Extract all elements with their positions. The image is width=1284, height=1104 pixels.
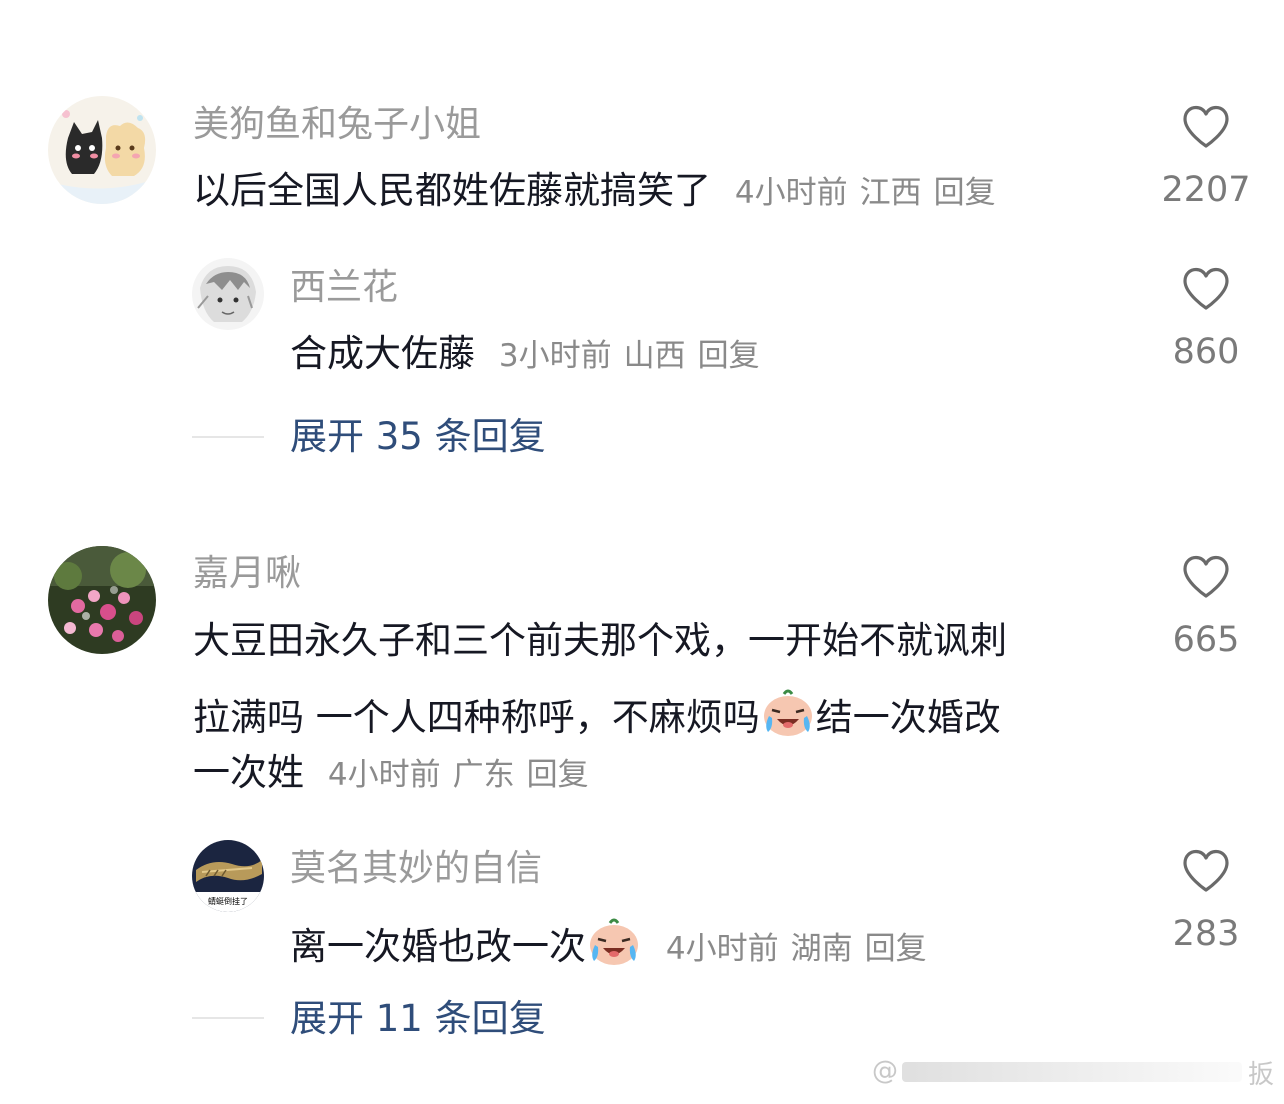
crying-laughing-baby-emoji — [590, 918, 638, 965]
comment-text-line: 拉满吗 一个人四种称呼，不麻烦吗 结一次婚改 — [193, 688, 1001, 738]
reply-text: 合成大佐藤 3小时前 山西 回复 — [290, 335, 760, 372]
avatar[interactable] — [192, 258, 264, 330]
reply-button[interactable]: 回复 — [698, 338, 760, 374]
watermark-icon: @ — [872, 1056, 898, 1086]
comment-author[interactable]: 嘉月啾 — [193, 556, 301, 592]
heart-icon — [1183, 849, 1229, 892]
like-button[interactable]: 283 — [1146, 844, 1266, 956]
expand-replies-link[interactable]: 展开 11 条回复 — [290, 1000, 546, 1037]
reply-author[interactable]: 西兰花 — [290, 270, 398, 306]
comment-text-line: 大豆田永久子和三个前夫那个戏，一开始不就讽刺 — [193, 619, 1007, 662]
expand-replies-link[interactable]: 展开 35 条回复 — [290, 418, 546, 455]
like-count: 2207 — [1161, 170, 1251, 210]
watermark-text: 扳 — [1248, 1060, 1275, 1090]
watermark-bar — [902, 1062, 1242, 1082]
reply-time: 4小时前 — [665, 931, 779, 967]
avatar-caption: 蜻蜓倒挂了 — [208, 897, 248, 906]
crying-laughing-baby-emoji — [763, 689, 812, 736]
like-button[interactable]: 860 — [1146, 262, 1266, 374]
like-button[interactable]: 665 — [1146, 550, 1266, 662]
comment-author[interactable]: 美狗鱼和兔子小姐 — [193, 107, 481, 143]
reply-author[interactable]: 莫名其妙的自信 — [290, 851, 542, 887]
heart-icon — [1183, 105, 1229, 148]
comment-body: 拉满吗 一个人四种称呼，不麻烦吗 — [193, 696, 760, 739]
like-count: 283 — [1172, 914, 1240, 954]
reply-button[interactable]: 回复 — [934, 175, 996, 211]
comment-location: 江西 — [859, 175, 922, 211]
comment-time: 4小时前 — [327, 757, 441, 793]
avatar[interactable] — [48, 546, 156, 654]
avatar[interactable]: 蜻蜓倒挂了 — [192, 840, 264, 912]
comment-location: 广东 — [452, 757, 515, 793]
comment-body: 一次姓 — [193, 751, 304, 794]
like-count: 860 — [1172, 332, 1240, 372]
comment-body: 结一次婚改 — [815, 696, 1001, 739]
watermark: @ 扳 — [872, 1052, 1276, 1092]
divider — [192, 1017, 264, 1019]
heart-icon — [1183, 555, 1229, 598]
heart-icon — [1183, 267, 1229, 310]
like-count: 665 — [1172, 620, 1240, 660]
reply-body: 合成大佐藤 — [290, 332, 475, 375]
avatar[interactable] — [48, 96, 156, 204]
reply-button[interactable]: 回复 — [527, 757, 589, 793]
comment-body: 以后全国人民都姓佐藤就搞笑了 — [193, 169, 711, 212]
reply-time: 3小时前 — [498, 338, 612, 374]
like-button[interactable]: 2207 — [1146, 100, 1266, 212]
reply-text: 离一次婚也改一次 4小时前 湖南 回复 — [290, 917, 927, 967]
comment-text-line: 一次姓 4小时前 广东 回复 — [193, 754, 589, 791]
divider — [192, 436, 264, 438]
comment-text: 以后全国人民都姓佐藤就搞笑了 4小时前 江西 回复 — [193, 172, 996, 209]
comment-time: 4小时前 — [734, 175, 848, 211]
reply-location: 山西 — [623, 338, 686, 374]
reply-location: 湖南 — [790, 931, 853, 967]
reply-body: 离一次婚也改一次 — [290, 925, 586, 968]
reply-button[interactable]: 回复 — [865, 931, 927, 967]
